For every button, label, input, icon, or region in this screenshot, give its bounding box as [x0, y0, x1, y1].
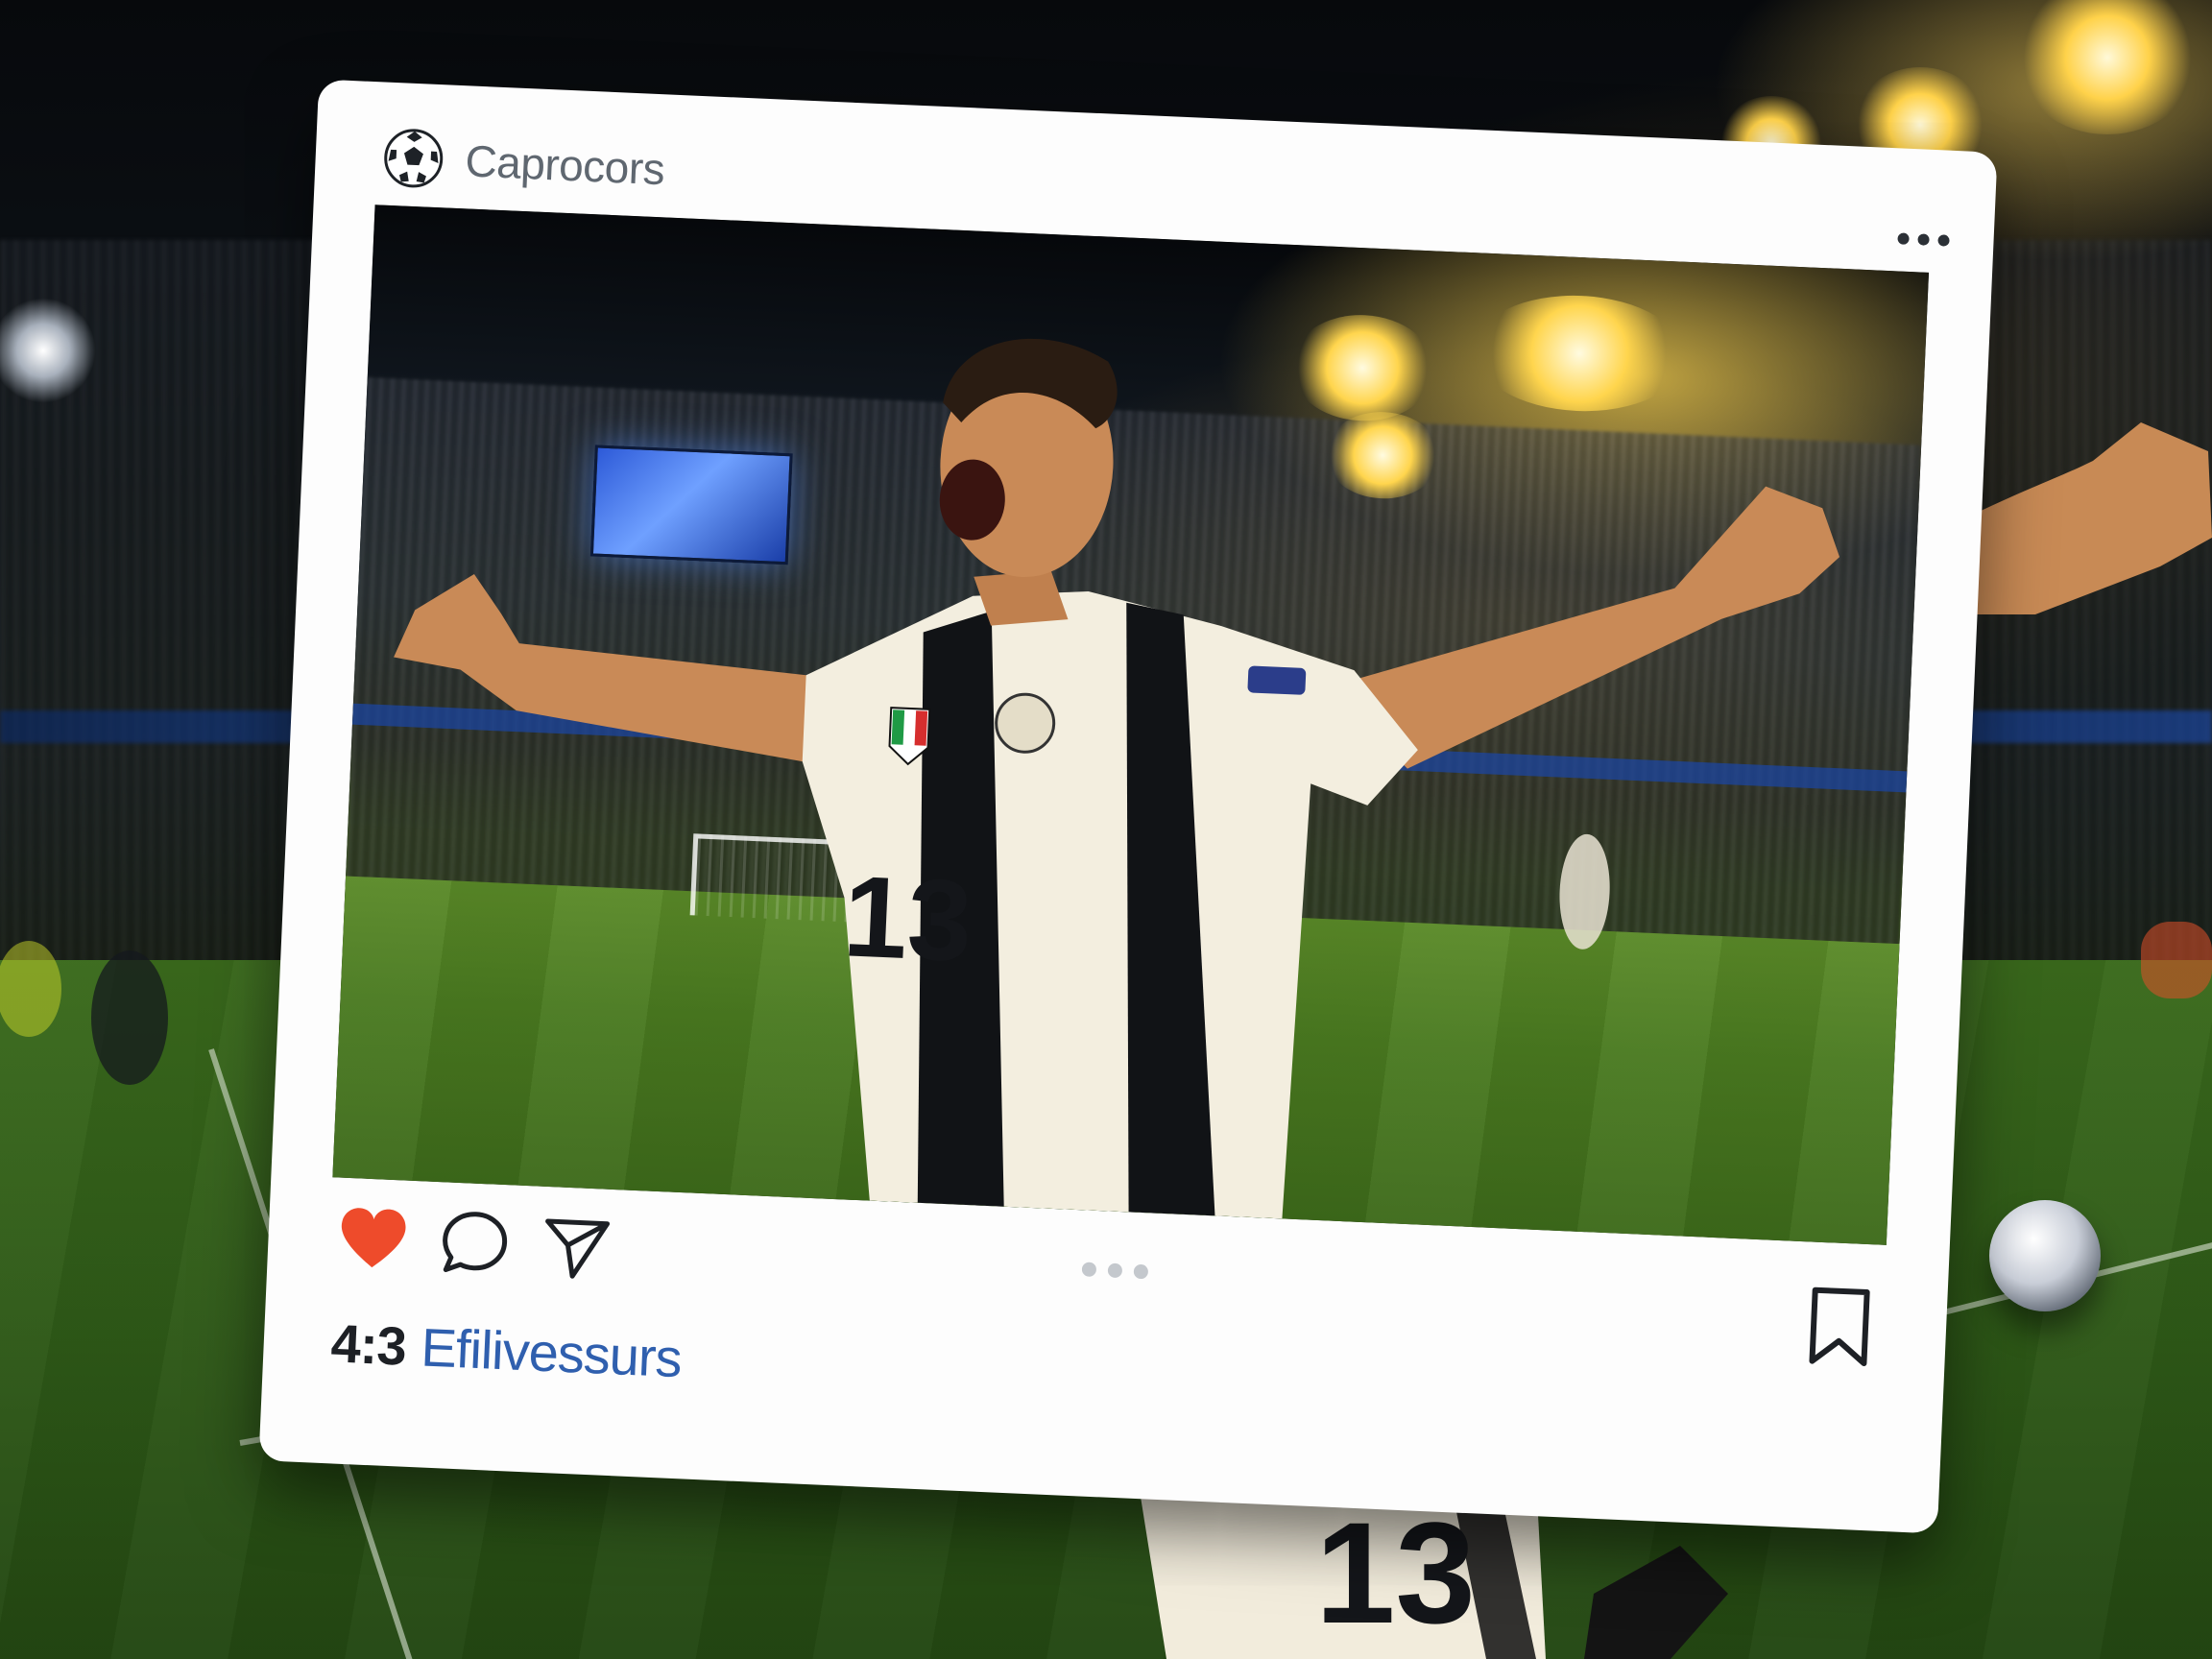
send-icon[interactable] — [538, 1208, 615, 1286]
post-caption: 4:3 Efilivessurs — [329, 1311, 683, 1389]
steward — [0, 941, 61, 1037]
account-name[interactable]: Caprocors — [465, 134, 666, 195]
carousel-dot[interactable] — [1133, 1263, 1149, 1280]
shirt-number: 13 — [841, 852, 974, 986]
bookmark-icon[interactable] — [1804, 1284, 1875, 1369]
distant-player — [1559, 833, 1610, 950]
match-score: 4:3 — [329, 1312, 408, 1377]
heart-icon[interactable] — [334, 1198, 412, 1276]
shorts-number: 13 — [1315, 1492, 1476, 1653]
player-left-arm — [394, 574, 853, 762]
soccer-ball-icon[interactable] — [381, 127, 445, 191]
social-post-card: Caprocors 13 4:3 Efilivessurs — [258, 79, 1998, 1534]
match-ball — [1989, 1200, 2101, 1311]
post-actions — [334, 1198, 615, 1286]
comment-bubble-icon[interactable] — [436, 1203, 514, 1281]
carousel-dot[interactable] — [1081, 1262, 1097, 1278]
dot — [1897, 232, 1910, 245]
more-dots-icon[interactable] — [1897, 232, 1950, 247]
sponsor-board — [2141, 922, 2212, 998]
user-handle[interactable]: Efilivessurs — [420, 1315, 683, 1389]
celebrating-player: 13 — [394, 338, 1840, 1219]
photographer — [91, 950, 168, 1085]
post-header: Caprocors — [381, 119, 666, 208]
player-boot — [1584, 1546, 1728, 1659]
club-badge — [995, 692, 1056, 754]
sleeve-patch — [1247, 665, 1307, 695]
carousel-dots — [1081, 1262, 1149, 1280]
post-photo[interactable]: 13 — [332, 204, 1930, 1245]
carousel-dot[interactable] — [1107, 1262, 1123, 1279]
dot — [1917, 233, 1930, 246]
dot — [1937, 234, 1950, 247]
